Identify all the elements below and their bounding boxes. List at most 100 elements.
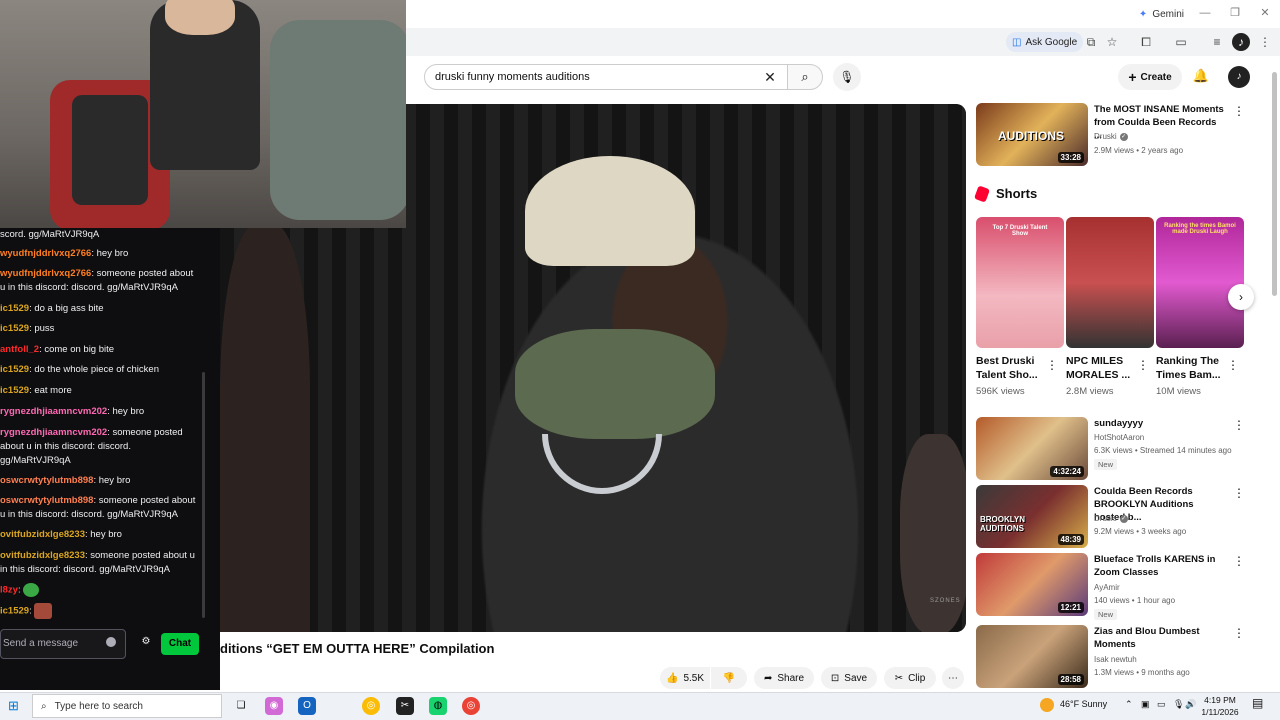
clip-button[interactable]: ✂ Clip — [884, 667, 936, 689]
close-window-icon[interactable]: ✕ — [1256, 4, 1274, 22]
save-button[interactable]: ⊡ Save — [821, 667, 877, 689]
restore-icon[interactable]: ❐ — [1226, 4, 1244, 22]
chat-username[interactable]: ovitfubzidxlge8233 — [0, 550, 85, 561]
like-button[interactable]: 👍 5.5K — [660, 667, 710, 689]
short-thumbnail[interactable]: Top 7 Druski Talent Show — [976, 217, 1064, 348]
chat-text: : hey bro — [107, 406, 145, 417]
thumbnail-text: AUDITIONS — [998, 129, 1064, 143]
reading-list-icon[interactable]: ≡ — [1208, 33, 1226, 51]
short-options-icon[interactable]: ⋮ — [1227, 358, 1239, 372]
sidebar-video-title[interactable]: Blueface Trolls KARENS in Zoom Classes — [1094, 553, 1226, 579]
sidebar-video-title[interactable]: sundayyyy — [1094, 417, 1226, 430]
outlook-icon[interactable]: O — [298, 697, 316, 715]
windows-start-icon[interactable]: ⊞ — [8, 698, 24, 714]
app-green-icon[interactable]: ◍ — [429, 697, 447, 715]
chat-message: wyudfnjddrlvxq2766: hey bro — [0, 247, 198, 261]
chat-username[interactable]: l8zy — [0, 585, 18, 596]
search-input[interactable]: druski funny moments auditions — [424, 64, 788, 90]
browser-menu-icon[interactable]: ⋮ — [1256, 33, 1274, 51]
chat-username[interactable]: ovitfubzidxlge8233 — [0, 529, 85, 540]
video-thumbnail[interactable]: BROOKLYN AUDITIONS 48:39 — [976, 485, 1088, 548]
chat-send-button[interactable]: Chat — [161, 633, 199, 655]
account-avatar[interactable]: ♪ — [1228, 66, 1250, 88]
chat-message: rygnezdhjiaamncvm202: someone posted abo… — [0, 426, 198, 468]
chat-username[interactable]: ic1529 — [0, 303, 29, 314]
short-title[interactable]: Ranking The Times Bam... — [1156, 354, 1222, 382]
sidebar-video-channel[interactable]: Druski ✓ — [1094, 132, 1128, 141]
chat-username[interactable]: rygnezdhjiaamncvm202 — [0, 427, 107, 438]
copilot-icon[interactable]: ◉ — [265, 697, 283, 715]
extensions-icon[interactable]: ⧠ — [1137, 33, 1155, 51]
short-thumbnail[interactable] — [1066, 217, 1154, 348]
dislike-button[interactable]: 👎 — [711, 667, 747, 689]
chat-username[interactable]: ic1529 — [0, 385, 29, 396]
chat-username[interactable]: oswcrwtytylutmb898 — [0, 475, 93, 486]
ask-google-button[interactable]: ◫ Ask Google — [1006, 32, 1084, 52]
share-button[interactable]: ➦ Share — [754, 667, 814, 689]
battery-icon[interactable]: ▭ — [1157, 699, 1166, 710]
chat-username[interactable]: wyudfnjddrlvxq2766 — [0, 248, 91, 259]
video-thumbnail[interactable]: AUDITIONS 33:28 — [976, 103, 1088, 166]
short-options-icon[interactable]: ⋮ — [1137, 358, 1149, 372]
video-options-icon[interactable]: ⋮ — [1233, 486, 1245, 500]
sidebar-video-channel[interactable]: AyAmir — [1094, 583, 1120, 592]
gemini-button[interactable]: ✦ Gemini — [1139, 4, 1184, 24]
chat-username[interactable]: ic1529 — [0, 606, 29, 617]
notifications-bell-icon[interactable]: 🔔 — [1190, 65, 1212, 87]
more-actions-button[interactable]: ⋯ — [942, 667, 964, 689]
short-thumbnail[interactable]: Ranking the times Bamoi made Druski Laug… — [1156, 217, 1244, 348]
video-options-icon[interactable]: ⋮ — [1233, 626, 1245, 640]
video-options-icon[interactable]: ⋮ — [1233, 554, 1245, 568]
minimize-icon[interactable]: — — [1196, 4, 1214, 22]
emote-picker-icon[interactable] — [106, 637, 116, 647]
chat-username[interactable]: rygnezdhjiaamncvm202 — [0, 406, 107, 417]
short-title[interactable]: Best Druski Talent Sho... — [976, 354, 1042, 382]
task-view-icon[interactable]: ❏ — [232, 697, 250, 715]
chat-username[interactable]: ic1529 — [0, 364, 29, 375]
voice-search-button[interactable]: 🎙 — [833, 63, 861, 91]
thumbs-up-icon: 👍 — [665, 672, 679, 684]
chat-username[interactable]: antfoll_2 — [0, 344, 39, 355]
video-options-icon[interactable]: ⋮ — [1233, 104, 1245, 118]
video-options-icon[interactable]: ⋮ — [1233, 418, 1245, 432]
volume-icon[interactable]: 🔊 — [1185, 699, 1196, 710]
chat-username[interactable]: ic1529 — [0, 323, 29, 334]
weather-text[interactable]: 46°F Sunny — [1060, 699, 1107, 709]
notifications-icon[interactable]: ▤ — [1252, 696, 1263, 710]
video-duration: 33:28 — [1057, 152, 1084, 163]
tray-chevron-icon[interactable]: ⌃ — [1125, 699, 1133, 710]
bookmark-star-icon[interactable]: ☆ — [1103, 33, 1121, 51]
install-icon[interactable]: ⧉ — [1082, 33, 1100, 51]
chat-username[interactable]: oswcrwtytylutmb898 — [0, 495, 93, 506]
sidebar-video-title[interactable]: Zias and Blou Dumbest Moments — [1094, 625, 1226, 651]
network-icon[interactable]: ▣ — [1141, 699, 1150, 710]
channel-name[interactable]: Druski — [1094, 132, 1117, 141]
chrome-icon[interactable]: ◎ — [362, 697, 380, 715]
chat-username[interactable]: wyudfnjddrlvxq2766 — [0, 268, 91, 279]
chrome-profile-icon[interactable]: ◎ — [462, 697, 480, 715]
create-button[interactable]: + Create — [1118, 64, 1182, 90]
chat-scrollbar[interactable] — [202, 372, 205, 618]
profile-avatar-icon[interactable]: ♪ — [1232, 33, 1250, 51]
search-button[interactable]: ⌕ — [787, 64, 823, 90]
taskbar-clock[interactable]: 4:19 PM 1/11/2026 — [1196, 694, 1244, 718]
channel-name[interactable]: Druski — [1094, 514, 1117, 523]
shorts-next-chevron-icon[interactable]: › — [1228, 284, 1254, 310]
capcut-icon[interactable]: ✂ — [396, 697, 414, 715]
video-thumbnail[interactable]: 12:21 — [976, 553, 1088, 616]
save-label: Save — [844, 672, 868, 684]
video-thumbnail[interactable]: 28:58 — [976, 625, 1088, 688]
chat-settings-gear-icon[interactable]: ⚙ — [140, 636, 152, 650]
clear-search-icon[interactable]: ✕ — [760, 68, 780, 86]
page-scrollbar[interactable] — [1272, 72, 1277, 296]
taskbar-search-box[interactable]: ⌕ Type here to search — [32, 694, 222, 718]
cast-icon[interactable]: ▭ — [1172, 33, 1190, 51]
short-options-icon[interactable]: ⋮ — [1046, 358, 1058, 372]
video-thumbnail[interactable]: 4:32:24 — [976, 417, 1088, 480]
sidebar-video-channel[interactable]: HotShotAaron — [1094, 433, 1144, 442]
short-title[interactable]: NPC MILES MORALES ... — [1066, 354, 1132, 382]
short-views: 2.8M views — [1066, 386, 1114, 397]
microphone-tray-icon[interactable]: 🎙 — [1173, 699, 1184, 710]
sidebar-video-channel[interactable]: Druski ✓ — [1094, 514, 1128, 523]
sidebar-video-channel[interactable]: Isak newtuh — [1094, 655, 1137, 664]
